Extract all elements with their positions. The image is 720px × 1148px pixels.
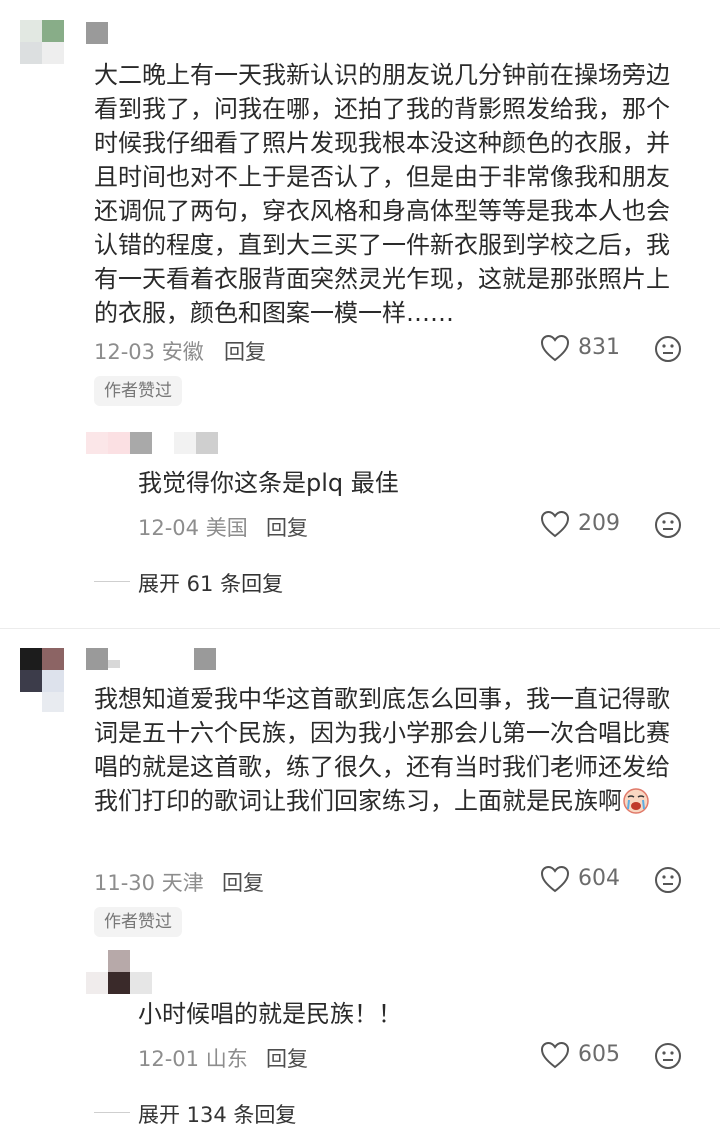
avatar[interactable]	[20, 20, 64, 64]
expand-replies-button[interactable]: 展开 61 条回复	[138, 568, 283, 598]
like-count: 831	[578, 335, 620, 360]
comment-meta: 11-30 天津	[94, 867, 204, 897]
reply-username[interactable]	[86, 950, 152, 994]
comment-date: 12-03	[94, 340, 156, 364]
divider	[0, 628, 720, 629]
heart-outline-icon[interactable]	[540, 510, 570, 538]
comment-text: 大二晚上有一天我新认识的朋友说几分钟前在操场旁边看到我了，问我在哪，还拍了我的背…	[94, 61, 670, 327]
reply-date: 12-04	[138, 516, 200, 540]
comment-meta: 12-03 安徽	[94, 336, 204, 366]
reply-button[interactable]: 回复	[224, 336, 266, 366]
reply-text: 小时候唱的就是民族！！	[138, 1000, 402, 1028]
comment-text-content: 我想知道爱我中华这首歌到底怎么回事，我一直记得歌词是五十六个民族，因为我小学那会…	[94, 685, 670, 815]
reply-meta: 12-01 山东	[138, 1043, 248, 1073]
reply-button[interactable]: 回复	[266, 512, 308, 542]
like-count: 605	[578, 1042, 620, 1067]
comment-text: 我想知道爱我中华这首歌到底怎么回事，我一直记得歌词是五十六个民族，因为我小学那会…	[94, 682, 684, 824]
heart-outline-icon[interactable]	[540, 865, 570, 893]
comment-location: 天津	[161, 871, 204, 895]
crying-face-emoji	[622, 787, 650, 824]
neutral-face-icon[interactable]	[654, 335, 682, 363]
expand-replies-button[interactable]: 展开 134 条回复	[138, 1099, 296, 1129]
expand-line	[94, 1112, 130, 1113]
reply-location: 美国	[205, 516, 248, 540]
reply-username[interactable]	[86, 432, 218, 454]
comment-date: 11-30	[94, 871, 156, 895]
reply-date: 12-01	[138, 1047, 200, 1071]
neutral-face-icon[interactable]	[654, 511, 682, 539]
neutral-face-icon[interactable]	[654, 866, 682, 894]
username[interactable]	[86, 22, 108, 44]
like-count: 209	[578, 511, 620, 536]
reply-meta: 12-04 美国	[138, 512, 248, 542]
avatar[interactable]	[20, 648, 64, 712]
reply-button[interactable]: 回复	[222, 867, 264, 897]
heart-outline-icon[interactable]	[540, 334, 570, 362]
reply-button[interactable]: 回复	[266, 1043, 308, 1073]
heart-outline-icon[interactable]	[540, 1041, 570, 1069]
author-liked-badge: 作者赞过	[94, 907, 182, 937]
like-count: 604	[578, 866, 620, 891]
comment-location: 安徽	[161, 340, 204, 364]
neutral-face-icon[interactable]	[654, 1042, 682, 1070]
reply-text: 我觉得你这条是plq 最佳	[138, 469, 399, 497]
reply-location: 山东	[205, 1047, 248, 1071]
expand-line	[94, 581, 130, 582]
author-liked-badge: 作者赞过	[94, 376, 182, 406]
username[interactable]	[86, 648, 216, 670]
